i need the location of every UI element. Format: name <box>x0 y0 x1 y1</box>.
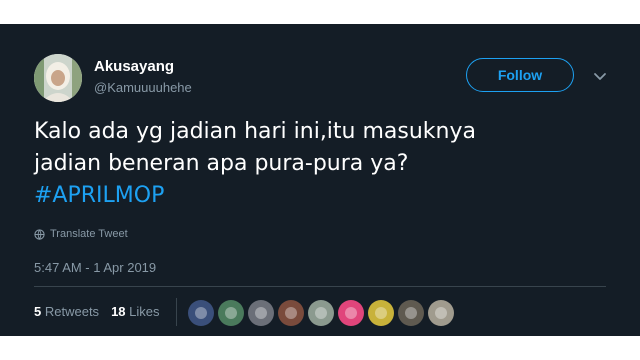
stats-divider <box>176 298 177 326</box>
follow-button[interactable]: Follow <box>466 58 574 92</box>
globe-icon <box>34 228 45 240</box>
liker-avatars <box>188 300 454 326</box>
avatar-image <box>34 54 82 102</box>
liker-avatar-face <box>405 307 417 319</box>
tweet-card: Akusayang @Kamuuuuhehe Follow Kalo ada y… <box>0 24 640 336</box>
divider <box>34 286 606 287</box>
hashtag-link[interactable]: #APRILMOP <box>34 180 594 212</box>
tweet-text: Kalo ada yg jadian hari ini,itu masuknya… <box>34 116 594 212</box>
liker-avatar-face <box>255 307 267 319</box>
liker-avatar[interactable] <box>368 300 394 326</box>
chevron-down-icon[interactable] <box>592 68 608 84</box>
tweet-timestamp[interactable]: 5:47 AM - 1 Apr 2019 <box>34 260 156 275</box>
tweet-line-2: jadian beneran apa pura-pura ya? <box>34 151 409 176</box>
liker-avatar-face <box>375 307 387 319</box>
display-name[interactable]: Akusayang <box>94 58 174 75</box>
translate-label: Translate Tweet <box>50 228 128 240</box>
liker-avatar-face <box>315 307 327 319</box>
avatar[interactable] <box>34 54 82 102</box>
retweets-count: 5 <box>34 304 42 319</box>
likes-count: 18 <box>111 304 126 319</box>
liker-avatar[interactable] <box>188 300 214 326</box>
liker-avatar-face <box>195 307 207 319</box>
liker-avatar-face <box>345 307 357 319</box>
liker-avatar[interactable] <box>308 300 334 326</box>
liker-avatar-face <box>225 307 237 319</box>
liker-avatar[interactable] <box>248 300 274 326</box>
translate-tweet-link[interactable]: Translate Tweet <box>34 228 128 240</box>
retweets-stat[interactable]: 5 Retweets <box>34 304 99 319</box>
liker-avatar-face <box>285 307 297 319</box>
retweets-label: Retweets <box>44 304 100 319</box>
likes-stat[interactable]: 18 Likes <box>111 304 159 319</box>
tweet-line-1: Kalo ada yg jadian hari ini,itu masuknya <box>34 119 476 144</box>
tweet-stats: 5 Retweets 18 Likes <box>34 304 160 319</box>
user-handle[interactable]: @Kamuuuuhehe <box>94 80 192 95</box>
likes-label: Likes <box>129 304 160 319</box>
liker-avatar-face <box>435 307 447 319</box>
liker-avatar[interactable] <box>218 300 244 326</box>
liker-avatar[interactable] <box>428 300 454 326</box>
liker-avatar[interactable] <box>278 300 304 326</box>
liker-avatar[interactable] <box>338 300 364 326</box>
liker-avatar[interactable] <box>398 300 424 326</box>
